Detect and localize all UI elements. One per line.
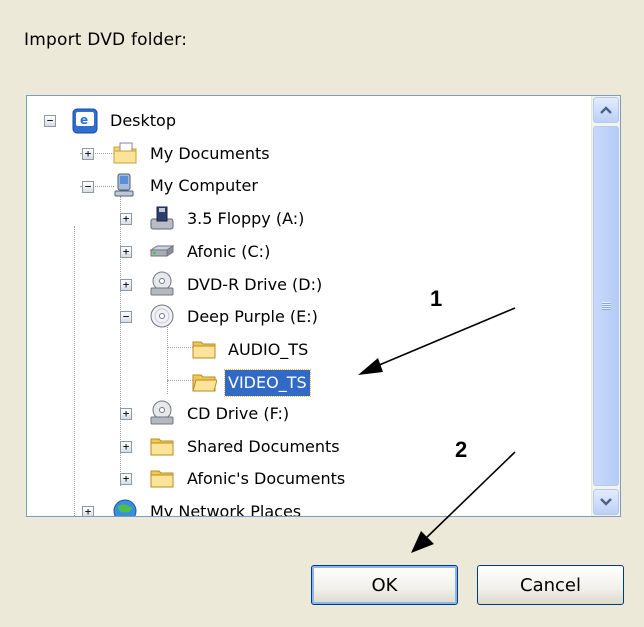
folder-icon xyxy=(150,470,174,488)
ok-button[interactable]: OK xyxy=(311,565,458,605)
expand-dvd-r-drive-button[interactable]: + xyxy=(120,279,132,291)
expand-cd-drive-button[interactable]: + xyxy=(120,408,132,420)
expand-shared-documents-button[interactable]: + xyxy=(120,441,132,453)
tree-item-audio-ts[interactable]: AUDIO_TS xyxy=(225,337,311,363)
tree-item-cd-drive[interactable]: CD Drive (F:) xyxy=(184,401,292,427)
tree-item-floppy[interactable]: 3.5 Floppy (A:) xyxy=(184,206,307,232)
tree-item-desktop[interactable]: Desktop xyxy=(107,108,179,134)
tree-item-deep-purple[interactable]: Deep Purple (E:) xyxy=(184,304,321,330)
tree-item-afonic-c[interactable]: Afonic (C:) xyxy=(184,239,273,265)
collapse-desktop-button[interactable]: − xyxy=(44,115,56,127)
prompt-label: Import DVD folder: xyxy=(24,30,188,50)
scroll-up-button[interactable] xyxy=(593,97,619,123)
scroll-thumb[interactable] xyxy=(593,126,619,486)
folder-tree[interactable]: − e Desktop + My Documents − My Computer… xyxy=(26,95,621,517)
expand-afonics-documents-button[interactable]: + xyxy=(120,473,132,485)
folder-icon xyxy=(150,438,174,456)
expand-floppy-button[interactable]: + xyxy=(120,213,132,225)
tree-item-my-network-places[interactable]: My Network Places xyxy=(147,499,304,516)
open-folder-icon xyxy=(192,374,217,392)
tree-guide-line xyxy=(167,324,168,394)
desktop-icon: e xyxy=(72,108,98,134)
arrow-2-head xyxy=(411,531,434,553)
scroll-down-button[interactable] xyxy=(593,489,619,515)
tree-item-afonics-documents[interactable]: Afonic's Documents xyxy=(184,466,348,492)
hard-drive-icon xyxy=(149,245,175,257)
computer-icon xyxy=(114,173,134,197)
folder-documents-icon xyxy=(113,142,137,164)
tree-item-video-ts[interactable]: VIDEO_TS xyxy=(224,369,311,397)
floppy-drive-icon xyxy=(150,206,174,230)
expand-afonic-c-button[interactable]: + xyxy=(120,246,132,258)
network-icon xyxy=(113,499,137,516)
grip-icon xyxy=(601,302,611,310)
chevron-down-icon xyxy=(600,498,612,506)
tree-guide-line xyxy=(74,226,75,516)
expand-my-documents-button[interactable]: + xyxy=(82,148,94,160)
tree-viewport: − e Desktop + My Documents − My Computer… xyxy=(27,96,592,516)
optical-drive-icon xyxy=(150,400,174,425)
svg-text:e: e xyxy=(80,113,88,127)
tree-item-dvd-r-drive[interactable]: DVD-R Drive (D:) xyxy=(184,272,325,298)
annotation-label-2: 2 xyxy=(455,437,468,462)
tree-item-my-documents[interactable]: My Documents xyxy=(147,141,273,167)
vertical-scrollbar[interactable] xyxy=(591,96,620,516)
tree-item-shared-documents[interactable]: Shared Documents xyxy=(184,434,343,460)
disc-icon xyxy=(150,304,174,328)
expand-network-places-button[interactable]: + xyxy=(82,506,94,516)
collapse-my-computer-button[interactable]: − xyxy=(82,181,94,193)
optical-drive-icon xyxy=(150,271,174,296)
annotation-label-1: 1 xyxy=(430,286,443,311)
folder-icon xyxy=(192,341,216,359)
chevron-up-icon xyxy=(600,106,612,114)
cancel-button[interactable]: Cancel xyxy=(477,565,624,605)
tree-item-my-computer[interactable]: My Computer xyxy=(147,173,261,199)
collapse-deep-purple-button[interactable]: − xyxy=(120,311,132,323)
